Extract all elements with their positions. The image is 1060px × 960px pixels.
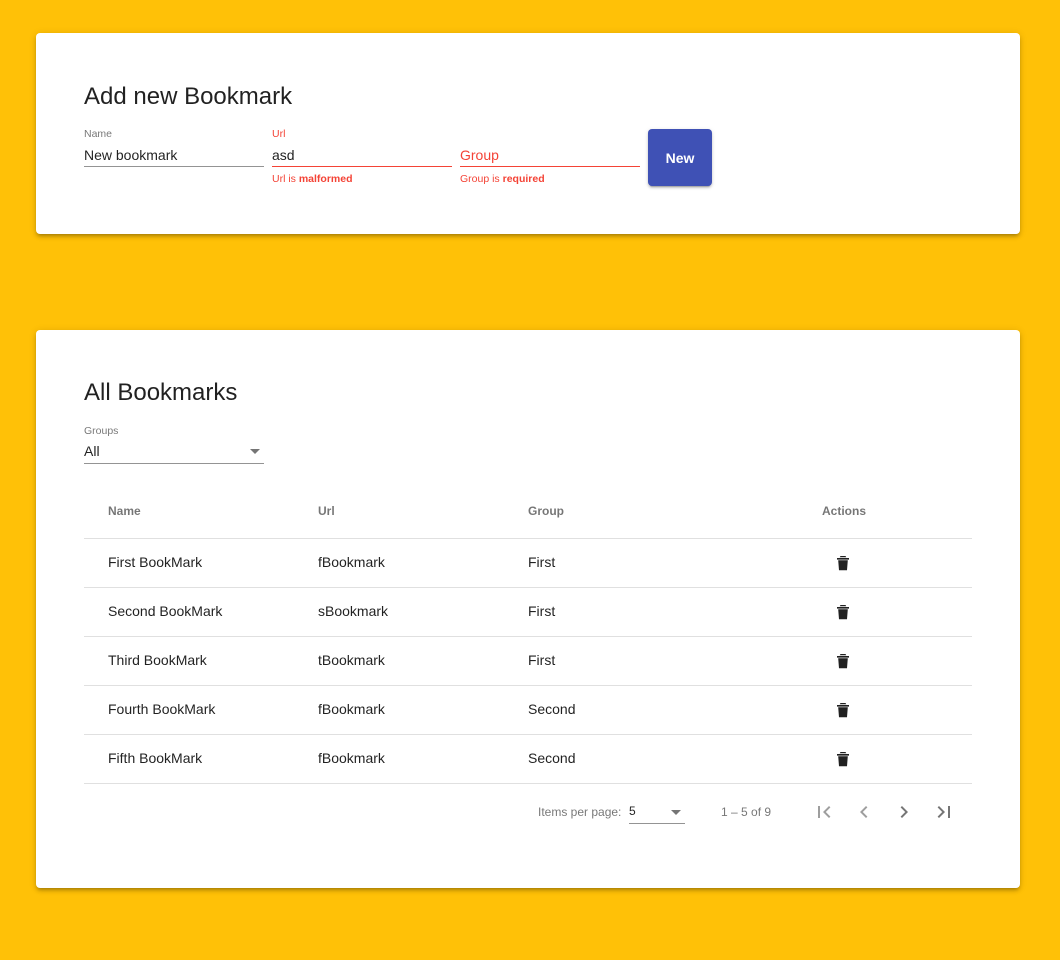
items-per-page-underline [629, 823, 685, 824]
groups-select-label: Groups [84, 425, 119, 437]
add-bookmark-card: Add new Bookmark Name Url Url is malform… [36, 33, 1020, 234]
table-row: Fourth BookMark fBookmark Second [84, 685, 972, 734]
items-per-page-label: Items per page: [538, 805, 622, 819]
delete-icon [837, 752, 849, 767]
delete-icon [837, 556, 849, 571]
url-field-underline [272, 166, 452, 167]
groups-select-value: All [84, 443, 100, 459]
delete-icon [837, 654, 849, 669]
delete-button[interactable] [828, 549, 858, 577]
page-range-label: 1 – 5 of 9 [721, 805, 772, 819]
url-error-message: Url is malformed [272, 173, 353, 185]
table-row: Second BookMark sBookmark First [84, 587, 972, 636]
table-header-row: Name Url Group Actions [84, 490, 972, 538]
dropdown-arrow-icon [671, 810, 681, 815]
table-row: First BookMark fBookmark First [84, 538, 972, 587]
all-bookmarks-title: All Bookmarks [84, 379, 238, 406]
items-per-page-select[interactable]: 5 [629, 802, 685, 824]
cell-group: First [528, 652, 556, 668]
table-row: Fifth BookMark fBookmark Second [84, 734, 972, 784]
last-page-button[interactable] [928, 796, 960, 828]
cell-name: Fifth BookMark [108, 750, 203, 766]
paginator: Items per page: 5 1 – 5 of 9 [84, 784, 972, 840]
url-error-prefix: Url is [272, 173, 299, 185]
cell-url: tBookmark [318, 652, 385, 668]
delete-icon [837, 605, 849, 620]
next-page-icon [900, 806, 908, 818]
cell-name: Second BookMark [108, 603, 223, 619]
last-page-icon [937, 806, 950, 818]
cell-group: First [528, 554, 556, 570]
header-actions: Actions [822, 504, 867, 518]
url-field: Url Url is malformed [272, 128, 452, 198]
cell-name: Fourth BookMark [108, 701, 216, 717]
group-input[interactable] [460, 146, 640, 164]
delete-button[interactable] [828, 696, 858, 724]
header-group[interactable]: Group [528, 504, 564, 518]
name-input[interactable] [84, 146, 264, 164]
new-bookmark-button[interactable]: New [648, 129, 712, 186]
delete-button[interactable] [828, 647, 858, 675]
groups-select[interactable]: Groups All [84, 425, 264, 465]
url-input[interactable] [272, 146, 452, 164]
first-page-icon [818, 806, 831, 818]
cell-name: Third BookMark [108, 652, 207, 668]
url-error-strong: malformed [298, 173, 353, 185]
cell-name: First BookMark [108, 554, 203, 570]
all-bookmarks-card: All Bookmarks Groups All Name Url Group … [36, 330, 1020, 888]
header-name[interactable]: Name [108, 504, 141, 518]
group-error-strong: required [502, 173, 545, 185]
delete-button[interactable] [828, 745, 858, 773]
cell-group: Second [528, 701, 576, 717]
cell-url: fBookmark [318, 554, 385, 570]
first-page-button[interactable] [808, 796, 840, 828]
next-page-button[interactable] [888, 796, 920, 828]
groups-select-underline [84, 463, 264, 464]
table-row: Third BookMark tBookmark First [84, 636, 972, 685]
delete-icon [837, 703, 849, 718]
cell-url: fBookmark [318, 701, 385, 717]
name-field-underline [84, 166, 264, 167]
previous-page-button[interactable] [848, 796, 880, 828]
name-field: Name [84, 128, 264, 198]
dropdown-arrow-icon [250, 449, 260, 454]
cell-group: First [528, 603, 556, 619]
add-bookmark-title: Add new Bookmark [84, 83, 293, 110]
url-field-label: Url [272, 128, 286, 140]
group-error-message: Group is required [460, 173, 545, 185]
group-field: Group is required [460, 128, 640, 198]
cell-url: sBookmark [318, 603, 389, 619]
name-field-label: Name [84, 128, 113, 140]
previous-page-icon [860, 806, 868, 818]
bookmarks-table: Name Url Group Actions First BookMark fB… [84, 490, 972, 784]
cell-url: fBookmark [318, 750, 385, 766]
group-error-prefix: Group is [460, 173, 503, 185]
group-field-underline [460, 166, 640, 167]
delete-button[interactable] [828, 598, 858, 626]
header-url[interactable]: Url [318, 504, 335, 518]
cell-group: Second [528, 750, 576, 766]
items-per-page-value: 5 [629, 804, 636, 818]
